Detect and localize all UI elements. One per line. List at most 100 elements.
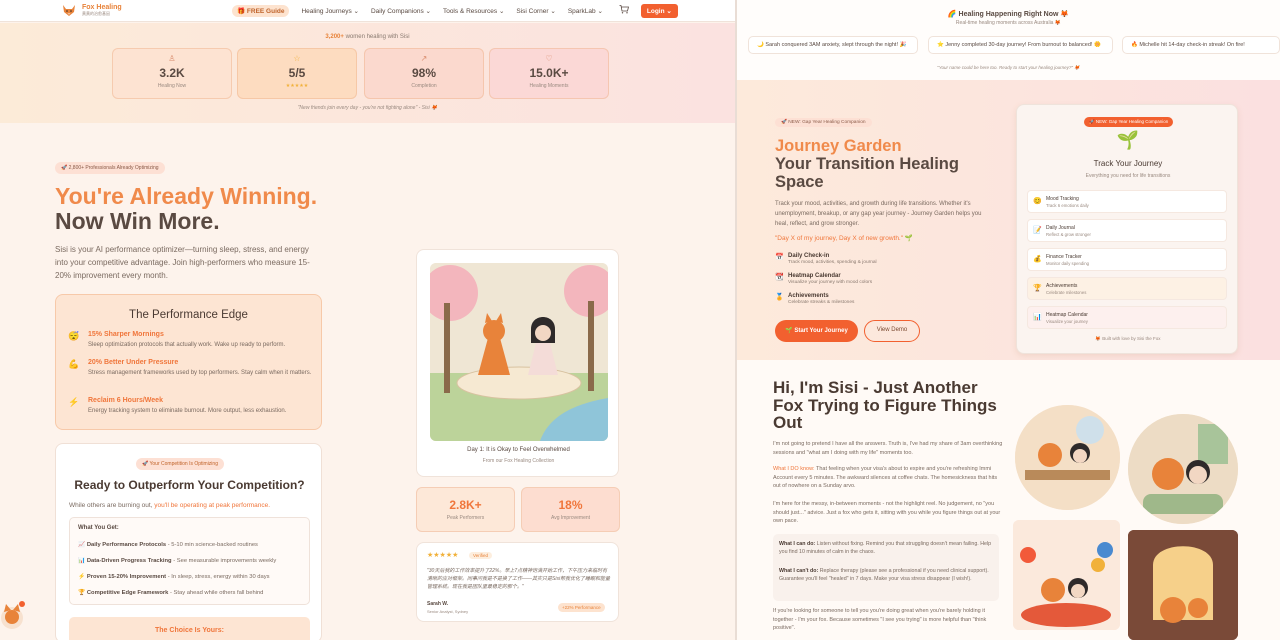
mini-stat-value: 18% xyxy=(558,498,583,512)
illustration-card[interactable]: Day 1: It is Okay to Feel Overwhelmed Fr… xyxy=(416,249,619,477)
benefit-title: Daily Performance Protocols xyxy=(86,542,167,548)
start-journey-button[interactable]: 🌱 Start Your Journey xyxy=(775,320,858,342)
ticker-item: 🌙 Sarah conquered 3AM anxiety, slept thr… xyxy=(748,36,918,54)
track-row[interactable]: 💰 Finance Tracker Monitor daily spending xyxy=(1027,248,1227,271)
benefit-row: ⚡ Proven 15-20% Improvement - In sleep, … xyxy=(78,574,270,580)
nav-links: 🎁 FREE Guide Healing Journeys ⌄ Daily Co… xyxy=(232,3,690,18)
mini-stat-label: Peak Performers xyxy=(446,515,485,521)
mini-stat-peak: 2.8K+ Peak Performers xyxy=(416,487,515,532)
what-i-know-label: What I DO know: xyxy=(773,466,815,472)
free-guide-link[interactable]: 🎁 FREE Guide xyxy=(232,4,290,17)
chart-up-icon: 📈 xyxy=(78,542,86,548)
benefit-title: Competitive Edge Framework xyxy=(86,590,169,596)
cant-do-text: What I can't do: Replace therapy (please… xyxy=(779,567,993,583)
trophy-icon: 🏆 xyxy=(78,590,86,596)
money-icon: 💰 xyxy=(1033,256,1042,263)
stat-label: Completion xyxy=(411,83,437,89)
competition-badge: 🚀 Your Competition Is Optimizing xyxy=(136,458,224,470)
stat-label: Healing Now xyxy=(157,83,187,89)
muscle-icon: 💪 xyxy=(68,359,80,369)
people-icon: ♙ xyxy=(168,54,176,63)
trend-up-icon: ↗ xyxy=(420,54,428,63)
stat-card-rating: ☆ 5/5 ★★★★★ xyxy=(237,48,357,99)
choice-heading: The Choice Is Yours: xyxy=(69,617,310,640)
what-you-get-box: What You Get: 📈 Daily Performance Protoc… xyxy=(69,517,310,605)
sprout-icon: 🌱 xyxy=(1116,130,1140,150)
mini-stat-value: 2.8K+ xyxy=(449,498,482,512)
journey-garden-title: Journey Garden xyxy=(775,137,902,155)
perf-item-title: 15% Sharper Mornings xyxy=(88,331,164,338)
nav-tools-resources[interactable]: Tools & Resources ⌄ xyxy=(443,7,504,15)
journey-garden-quote: "Day X of my journey, Day X of new growt… xyxy=(775,235,913,242)
star-icon: ☆ xyxy=(293,54,301,63)
feature-title: Daily Check-in xyxy=(788,253,830,259)
outperform-card: 🚀 Your Competition Is Optimizing Ready t… xyxy=(55,443,322,640)
sisi-title: Hi, I'm Sisi - Just Another Fox Trying t… xyxy=(773,378,997,432)
can-do-box: What I can do: Listen without fixing. Re… xyxy=(773,534,999,601)
journey-garden-subtitle: Your Transition Healing Space xyxy=(775,155,959,191)
track-row-desc: Track 6 emotions daily xyxy=(1046,203,1089,208)
professionals-badge: 🚀 2,800+ Professionals Already Optimizin… xyxy=(55,162,165,174)
sisi-paragraph: If you're looking for someone to tell yo… xyxy=(773,608,987,631)
healing-count-text: women healing with Sisi xyxy=(343,34,410,40)
nav-sisi-corner[interactable]: Sisi Corner ⌄ xyxy=(516,7,555,15)
track-journey-card: 🚀 NEW: Gap Year Healing Companion 🌱 Trac… xyxy=(1016,104,1238,354)
track-row-name: Achievements xyxy=(1046,283,1078,289)
friends-quote: "New friends join every day - you're not… xyxy=(297,105,438,111)
sleep-icon: 😴 xyxy=(68,331,80,341)
subtitle-a: While others are burning out, xyxy=(69,502,155,509)
nav-healing-journeys[interactable]: Healing Journeys ⌄ xyxy=(301,7,358,15)
bar-chart-icon: 📊 xyxy=(78,558,86,564)
track-row-name: Mood Tracking xyxy=(1046,196,1079,202)
benefit-row: 🏆 Competitive Edge Framework - Stay ahea… xyxy=(78,590,263,596)
stat-value: 5/5 xyxy=(288,66,306,80)
stat-value: 3.2K xyxy=(159,66,185,80)
mini-stat-improvement: 18% Avg Improvement xyxy=(521,487,620,532)
logo-subtitle: 黄黄的治愈基因 xyxy=(82,11,110,16)
track-row[interactable]: 📝 Daily Journal Reflect & grow stronger xyxy=(1027,219,1227,242)
ticker-item: 🔥 Michelle hit 14-day check-in streak! O… xyxy=(1122,36,1280,54)
logo[interactable]: Fox Healing 黄黄的治愈基因 xyxy=(62,4,232,18)
track-title: Track Your Journey xyxy=(1093,159,1163,168)
illustration-subtitle: From our Fox Healing Collection xyxy=(482,458,555,464)
track-row-desc: Visualize your journey xyxy=(1046,319,1088,324)
built-by-line: 🦊 Built with love by Sisi the Fox xyxy=(1095,336,1161,341)
stat-label: Healing Moments xyxy=(529,83,569,89)
benefit-row: 📈 Daily Performance Protocols - 5-10 min… xyxy=(78,542,258,548)
stat-card-completion: ↗ 98% Completion xyxy=(364,48,484,99)
live-feed-title: 🌈 Healing Happening Right Now 🦊 xyxy=(947,11,1070,18)
cart-icon[interactable] xyxy=(619,5,629,16)
login-button[interactable]: Login ⌄ xyxy=(640,3,678,18)
floating-fox-avatar[interactable] xyxy=(0,600,26,630)
perf-item-desc: Sleep optimization protocols that actual… xyxy=(88,342,286,348)
nav-sparklab[interactable]: SparkLab ⌄ xyxy=(568,7,603,15)
stat-card-healing-moments: ♡ 15.0K+ Healing Moments xyxy=(489,48,609,99)
benefit-title: Data-Driven Progress Tracking xyxy=(86,558,172,564)
track-row[interactable]: 📊 Heatmap Calendar Visualize your journe… xyxy=(1027,306,1227,329)
performance-pill: +22% Performance xyxy=(558,603,605,612)
testimonial-name: Sarah W. xyxy=(427,601,449,607)
stat-value: 98% xyxy=(411,66,437,80)
benefit-text: - In sleep, stress, energy within 30 day… xyxy=(166,574,270,580)
track-row[interactable]: 😊 Mood Tracking Track 6 emotions daily xyxy=(1027,190,1227,213)
stat-stars: ★★★★★ xyxy=(285,83,309,89)
verified-badge: Verified xyxy=(469,552,493,559)
feature-title: Achievements xyxy=(788,293,829,299)
track-row-name: Daily Journal xyxy=(1046,225,1075,231)
hero-title-line2: Now Win More. xyxy=(55,208,220,234)
perf-item: ⚡ Reclaim 6 Hours/Week Energy tracking s… xyxy=(68,397,313,416)
track-badge: 🚀 NEW: Gap Year Healing Companion xyxy=(1084,117,1174,127)
nav-daily-companions[interactable]: Daily Companions ⌄ xyxy=(371,7,431,15)
can-do-label: What I can do: xyxy=(779,541,816,547)
sisi-paragraph: I'm here for the messy, in-between momen… xyxy=(773,501,1001,524)
heart-icon: ♡ xyxy=(545,54,553,63)
outperform-subtitle: While others are burning out, you'll be … xyxy=(69,502,270,509)
top-nav: Fox Healing 黄黄的治愈基因 🎁 FREE Guide Healing… xyxy=(0,0,735,22)
feature-desc: Visualize your journey with mood colors xyxy=(788,280,873,285)
feature-title: Heatmap Calendar xyxy=(788,273,841,279)
track-row[interactable]: 🏆 Achievements Celebrate milestones xyxy=(1027,277,1227,300)
perf-item-desc: Energy tracking system to eliminate burn… xyxy=(88,408,287,414)
stat-value: 15.0K+ xyxy=(529,66,569,80)
view-demo-button[interactable]: View Demo xyxy=(864,320,920,342)
smile-icon: 😊 xyxy=(1033,198,1042,205)
